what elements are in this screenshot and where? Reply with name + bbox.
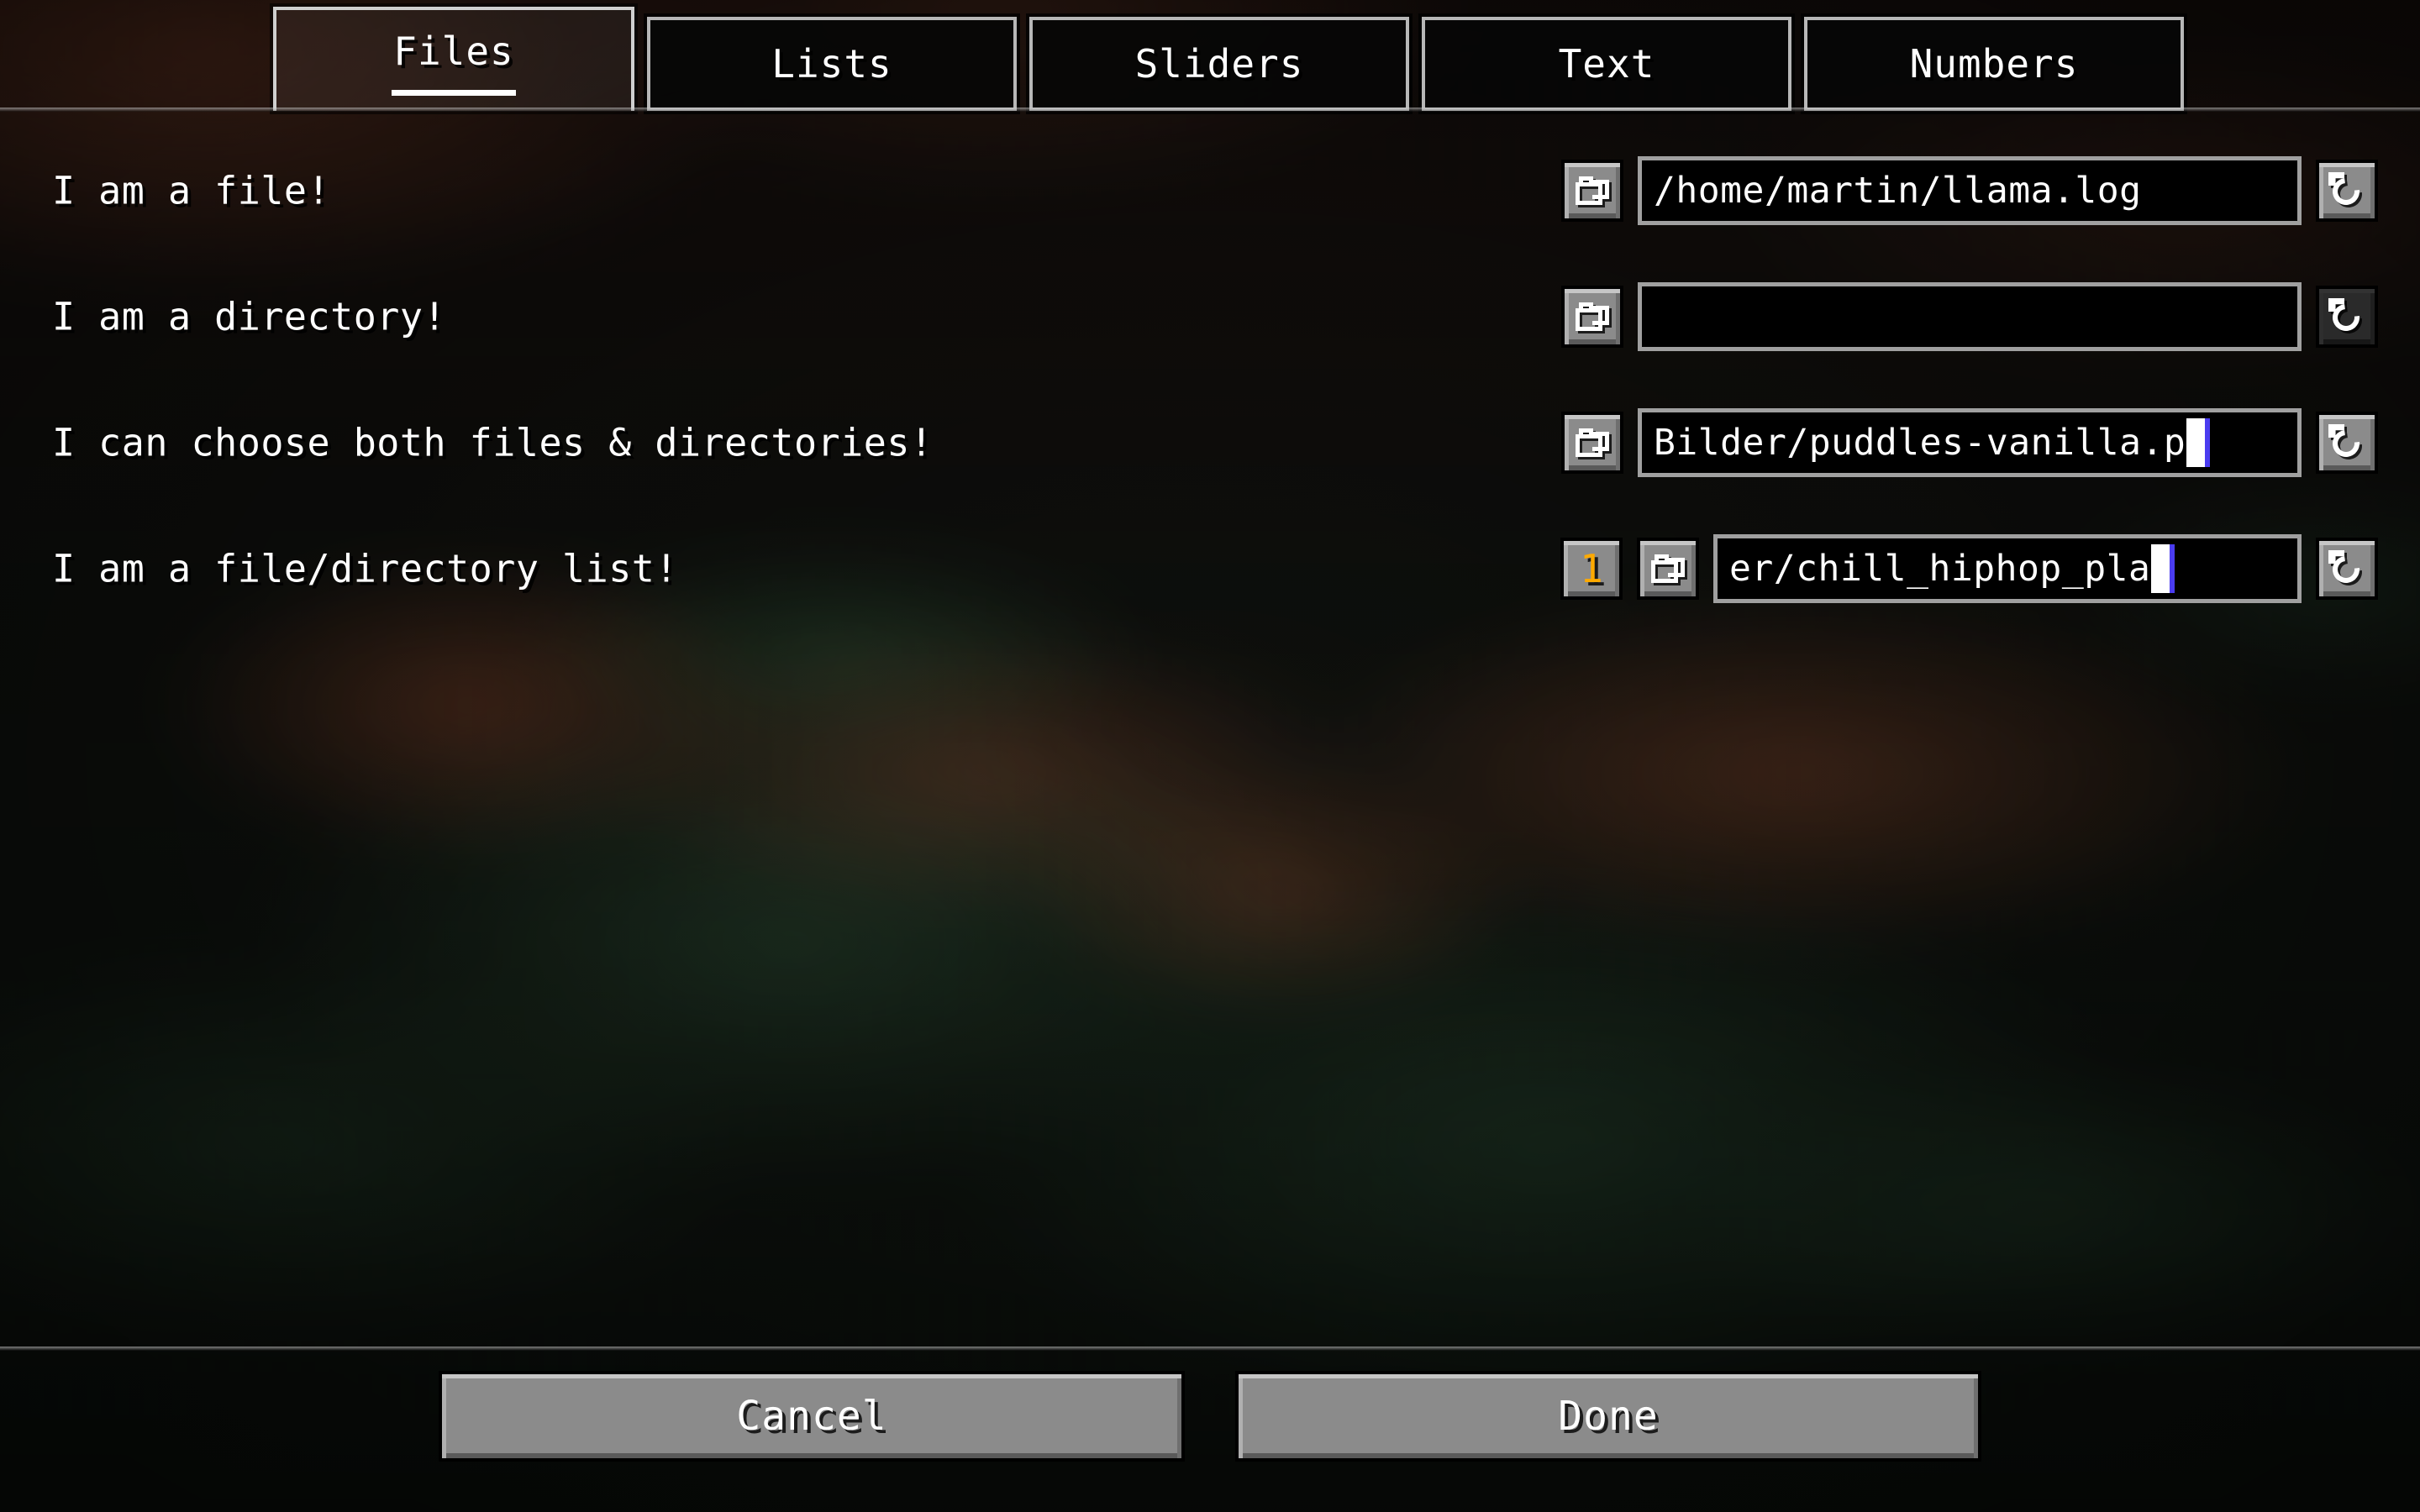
folder-icon — [1576, 176, 1609, 205]
options-list: I am a file! /home/martin/llama.log I am… — [0, 128, 2420, 632]
active-tab-underline — [392, 90, 516, 96]
option-label-directory: I am a directory! — [52, 294, 447, 339]
directory-path-input[interactable] — [1638, 282, 2302, 351]
tab-numbers-label: Numbers — [1909, 41, 2079, 87]
both-path-input[interactable]: Bilder/puddles-vanilla.p — [1638, 408, 2302, 477]
reset-icon — [2327, 550, 2365, 589]
folder-icon — [1651, 554, 1685, 583]
header-separator — [0, 108, 2420, 112]
both-path-value: Bilder/puddles-vanilla.p — [1654, 422, 2186, 464]
done-button[interactable]: Done — [1235, 1371, 1981, 1462]
option-controls-file: /home/martin/llama.log — [1561, 156, 2378, 225]
option-row-file: I am a file! /home/martin/llama.log — [0, 128, 2420, 254]
reset-file-button[interactable] — [2316, 160, 2378, 222]
footer-separator — [0, 1347, 2420, 1351]
footer-bar: Cancel Done — [0, 1371, 2420, 1462]
reset-directory-button — [2316, 286, 2378, 348]
cancel-button-label: Cancel — [736, 1393, 887, 1440]
tab-sliders-label: Sliders — [1134, 41, 1304, 87]
tab-lists-label: Lists — [771, 41, 892, 87]
reset-list-button[interactable] — [2316, 538, 2378, 600]
option-row-both: I can choose both files & directories! B… — [0, 380, 2420, 506]
file-path-value: /home/martin/llama.log — [1654, 170, 2142, 212]
browse-directory-button[interactable] — [1561, 286, 1623, 348]
option-label-both: I can choose both files & directories! — [52, 420, 934, 465]
tab-text-label: Text — [1558, 41, 1655, 87]
tab-text[interactable]: Text — [1422, 17, 1791, 111]
option-row-directory: I am a directory! — [0, 254, 2420, 380]
cancel-button[interactable]: Cancel — [439, 1371, 1185, 1462]
option-controls-list: 1 er/chill_hiphop_pla — [1560, 534, 2378, 603]
list-index-button[interactable]: 1 — [1560, 538, 1623, 600]
list-path-value: er/chill_hiphop_pla — [1729, 548, 2151, 590]
browse-both-button[interactable] — [1561, 412, 1623, 474]
browse-list-button[interactable] — [1637, 538, 1699, 600]
reset-icon — [2327, 298, 2365, 337]
reset-icon — [2327, 172, 2365, 211]
reset-both-button[interactable] — [2316, 412, 2378, 474]
text-caret — [2151, 544, 2170, 593]
tab-files-label: Files — [393, 29, 514, 74]
tab-numbers[interactable]: Numbers — [1804, 17, 2184, 111]
browse-file-button[interactable] — [1561, 160, 1623, 222]
done-button-label: Done — [1558, 1393, 1659, 1440]
tab-bar: Files Lists Sliders Text Numbers — [0, 0, 2420, 111]
option-label-file: I am a file! — [52, 168, 331, 213]
option-label-list: I am a file/directory list! — [52, 546, 678, 591]
tab-sliders[interactable]: Sliders — [1029, 17, 1409, 111]
tab-files[interactable]: Files — [273, 7, 634, 111]
reset-icon — [2327, 424, 2365, 463]
option-row-list: I am a file/directory list! 1 er/chill_h… — [0, 506, 2420, 632]
option-controls-directory — [1561, 282, 2378, 351]
list-path-input[interactable]: er/chill_hiphop_pla — [1713, 534, 2302, 603]
list-index-label: 1 — [1580, 546, 1603, 591]
text-caret — [2186, 418, 2206, 467]
folder-icon — [1576, 302, 1609, 331]
file-path-input[interactable]: /home/martin/llama.log — [1638, 156, 2302, 225]
option-controls-both: Bilder/puddles-vanilla.p — [1561, 408, 2378, 477]
folder-icon — [1576, 428, 1609, 457]
tab-lists[interactable]: Lists — [647, 17, 1017, 111]
